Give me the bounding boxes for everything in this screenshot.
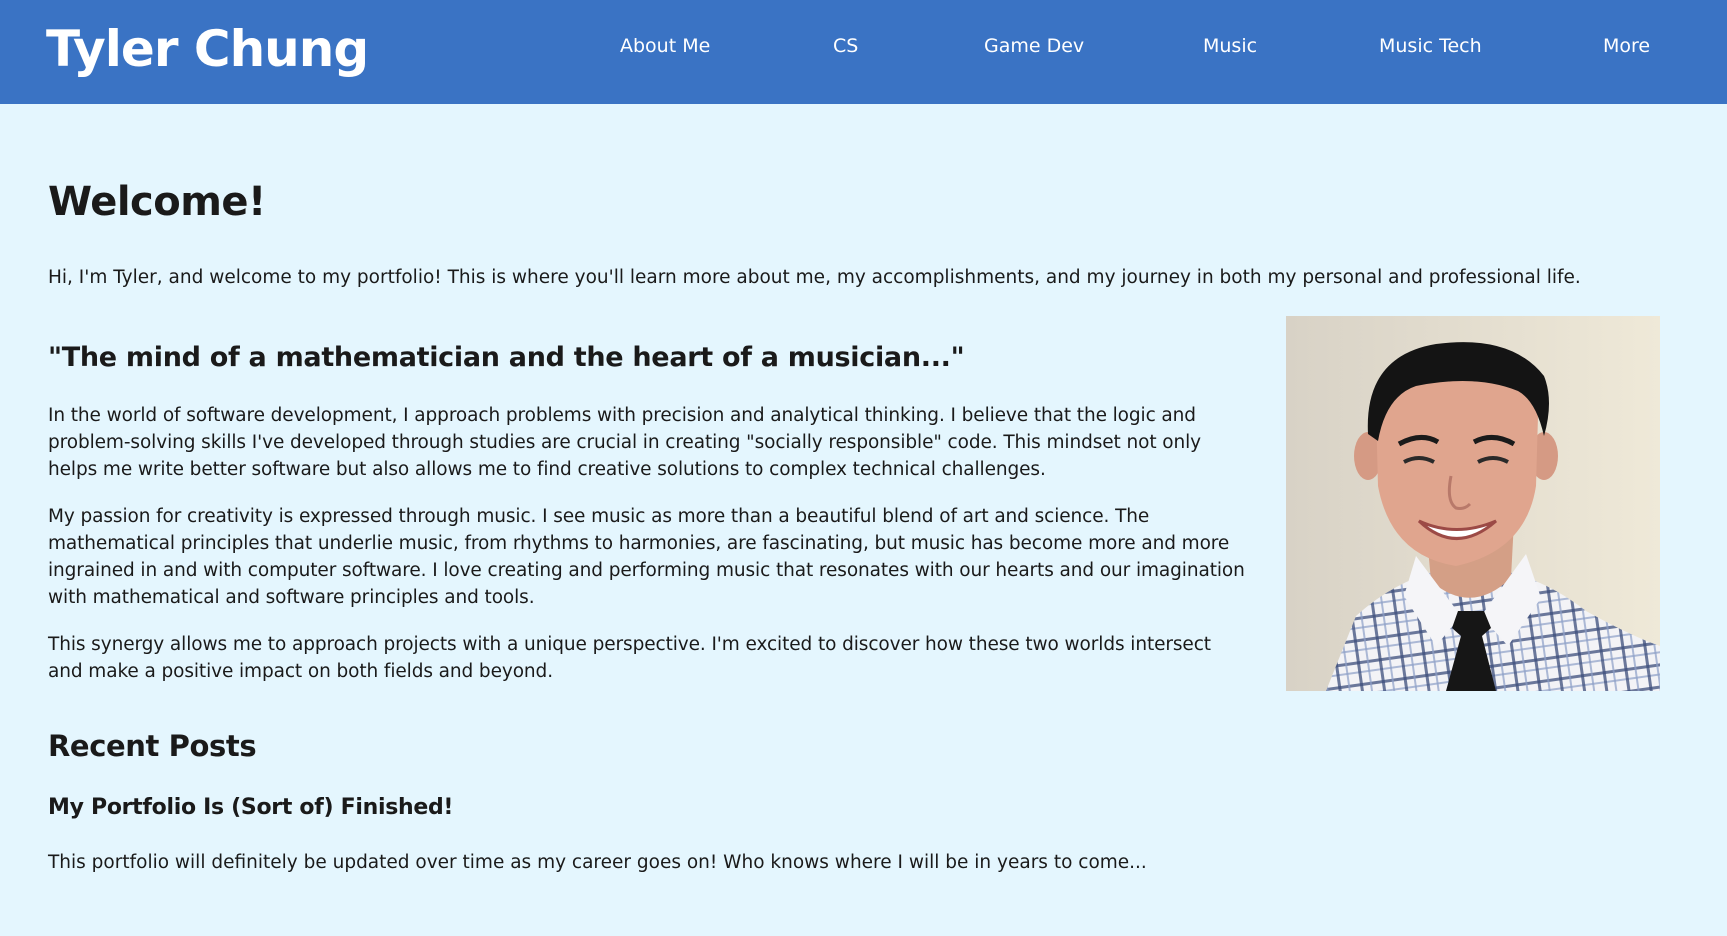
paragraph-synergy: This synergy allows me to approach proje… [48,634,1211,682]
paragraph-music: My passion for creativity is expressed t… [48,506,1245,608]
profile-photo [1286,316,1660,691]
recent-posts-heading: Recent Posts [48,729,257,763]
nav-cs[interactable]: CS [833,34,858,58]
paragraph-software: In the world of software development, I … [48,405,1201,480]
nav-music[interactable]: Music [1203,34,1257,58]
nav-music-tech[interactable]: Music Tech [1379,34,1482,58]
welcome-heading: Welcome! [48,179,266,225]
nav-about-me[interactable]: About Me [620,34,710,58]
post-excerpt: This portfolio will definitely be update… [48,852,1147,873]
intro-text: Hi, I'm Tyler, and welcome to my portfol… [48,267,1581,288]
site-title-link[interactable]: Tyler Chung [46,14,369,84]
quote-heading: "The mind of a mathematician and the hea… [48,342,965,373]
nav-more[interactable]: More [1603,34,1650,58]
nav-game-dev[interactable]: Game Dev [984,34,1084,58]
site-header: Tyler Chung About Me CS Game Dev Music M… [0,0,1727,104]
post-title-link[interactable]: My Portfolio Is (Sort of) Finished! [48,792,453,824]
